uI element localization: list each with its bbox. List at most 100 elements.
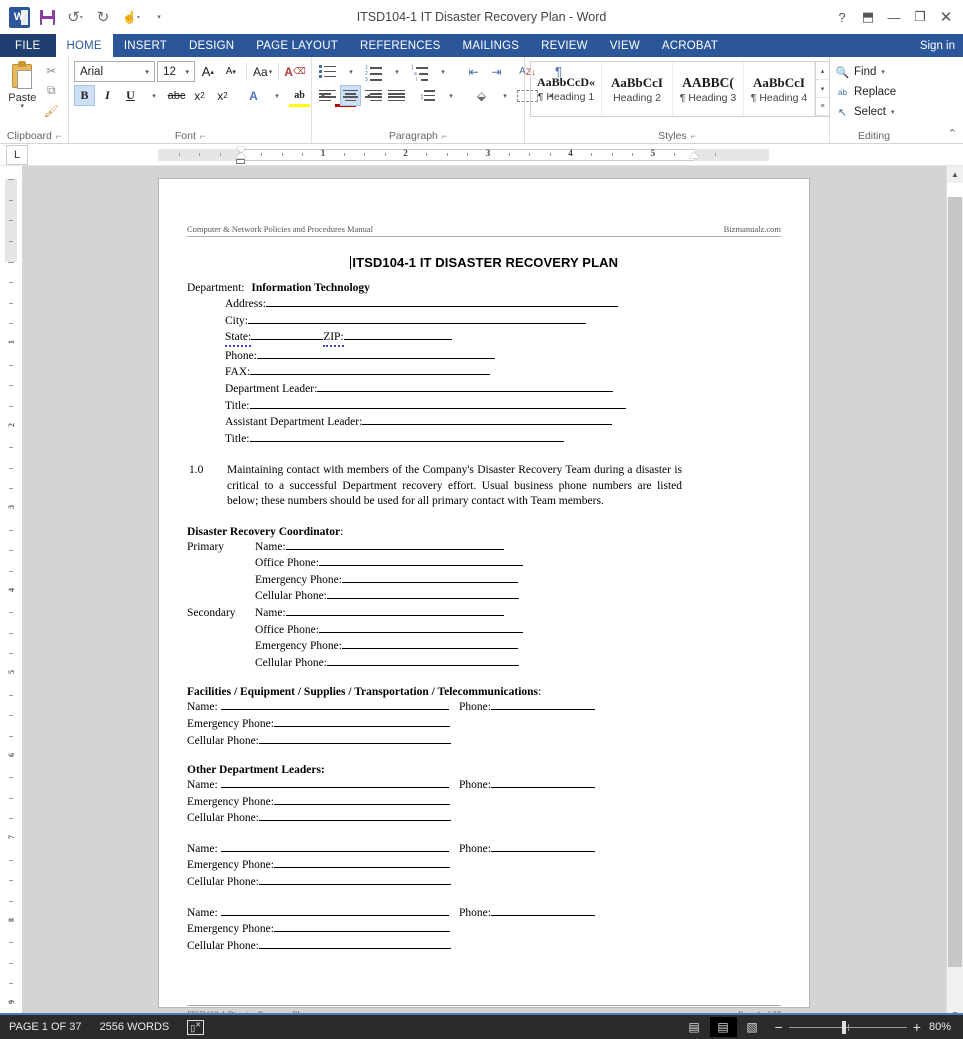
fill-in-blank-line[interactable]	[317, 380, 614, 392]
paste-dropdown-icon[interactable]: ▾	[21, 103, 25, 110]
tab-stop-selector[interactable]: L	[6, 144, 28, 165]
fill-in-blank-line[interactable]	[220, 698, 449, 711]
zoom-thumb[interactable]	[841, 1020, 846, 1034]
tab-insert[interactable]: INSERT	[113, 34, 178, 57]
clipboard-dialog-launcher[interactable]: ⌐	[56, 131, 61, 141]
chevron-down-icon[interactable]: ▾	[140, 68, 154, 76]
tab-acrobat[interactable]: ACROBAT	[651, 34, 729, 57]
fill-in-blank-line[interactable]	[265, 295, 618, 307]
fill-in-blank-line[interactable]	[258, 873, 451, 886]
fill-in-blank-line[interactable]	[220, 840, 449, 852]
select-button[interactable]: ↖ Select ▾	[835, 103, 913, 121]
fill-in-blank-line[interactable]	[341, 571, 518, 583]
fill-in-blank-line[interactable]	[490, 904, 595, 916]
hanging-indent-marker[interactable]	[235, 151, 246, 158]
web-layout-icon[interactable]: ▧	[739, 1017, 766, 1037]
clear-formatting-icon[interactable]: A ⌫	[284, 61, 306, 82]
superscript-button[interactable]: x2	[212, 85, 233, 106]
sign-in-link[interactable]: Sign in	[912, 34, 963, 57]
underline-dropdown-icon[interactable]: ▾	[143, 85, 164, 106]
zoom-level[interactable]: 80%	[929, 1021, 963, 1033]
align-right-icon[interactable]	[363, 85, 384, 106]
justify-icon[interactable]	[386, 85, 407, 106]
fill-in-blank-line[interactable]	[318, 554, 523, 567]
fill-in-blank-line[interactable]	[258, 937, 451, 949]
document-content[interactable]: Computer & Network Policies and Procedur…	[159, 179, 809, 1019]
fill-in-blank-line[interactable]	[273, 715, 450, 727]
shrink-font-icon[interactable]: A ▾	[220, 61, 241, 82]
tab-references[interactable]: REFERENCES	[349, 34, 452, 57]
scroll-up-icon[interactable]: ▲	[947, 166, 963, 183]
touch-mode-icon[interactable]: ☝ ▾	[118, 5, 144, 29]
text-highlight-color-icon[interactable]: ab	[289, 85, 310, 107]
style-heading-3[interactable]: AABBC( ¶ Heading 3	[673, 62, 744, 116]
zoom-out-button[interactable]: −	[775, 1020, 783, 1034]
qat-customize-icon[interactable]: ▾	[146, 5, 172, 29]
tab-review[interactable]: REVIEW	[530, 34, 599, 57]
fill-in-blank-line[interactable]	[490, 698, 595, 711]
tab-page-layout[interactable]: PAGE LAYOUT	[245, 34, 349, 57]
fill-in-blank-line[interactable]	[490, 840, 595, 852]
text-effects-icon[interactable]: A	[243, 85, 264, 106]
fill-in-blank-line[interactable]	[285, 604, 504, 616]
fill-in-blank-line[interactable]	[285, 538, 504, 550]
restore-button[interactable]: ❐	[907, 5, 933, 29]
font-name-combo[interactable]: Arial ▾	[74, 61, 156, 82]
font-dialog-launcher[interactable]: ⌐	[200, 131, 205, 141]
change-case-icon[interactable]: Aa ▾	[252, 61, 273, 82]
vertical-scrollbar[interactable]: ▲ ▼	[946, 166, 963, 1023]
fill-in-blank-line[interactable]	[318, 621, 523, 633]
increase-indent-icon[interactable]: ⇥	[486, 61, 507, 82]
paste-button[interactable]: Paste ▾	[5, 61, 40, 128]
tab-home[interactable]: HOME	[55, 34, 113, 57]
redo-icon[interactable]: ↻	[90, 5, 116, 29]
strikethrough-button[interactable]: abc	[166, 85, 187, 106]
multilevel-list-icon[interactable]: 1ai	[409, 61, 430, 83]
shading-icon[interactable]: ⬙	[471, 85, 492, 106]
chevron-down-icon[interactable]: ▾	[180, 68, 194, 76]
numbering-dropdown-icon[interactable]: ▾	[386, 61, 407, 82]
fill-in-blank-line[interactable]	[273, 793, 450, 805]
print-layout-icon[interactable]: ▤	[709, 1017, 737, 1037]
replace-button[interactable]: ab Replace	[835, 83, 913, 101]
format-painter-icon[interactable]: 🖌	[44, 103, 59, 118]
style-heading-4[interactable]: AaBbCcI ¶ Heading 4	[744, 62, 815, 116]
horizontal-ruler[interactable]: 112345	[158, 146, 941, 164]
style-heading-1[interactable]: AaBbCcD« ¶ Heading 1	[531, 62, 602, 116]
vertical-ruler[interactable]: 1 2 3 4 5 6 7 8 9	[0, 166, 22, 1023]
close-button[interactable]: ✕	[933, 5, 959, 29]
tab-design[interactable]: DESIGN	[178, 34, 245, 57]
find-dropdown-icon[interactable]: ▾	[881, 68, 885, 76]
numbering-icon[interactable]: 123	[363, 61, 384, 83]
bold-button[interactable]: B	[74, 85, 95, 106]
subscript-button[interactable]: x2	[189, 85, 210, 106]
fill-in-blank-line[interactable]	[220, 904, 449, 916]
bullets-icon[interactable]	[317, 61, 338, 82]
fill-in-blank-line[interactable]	[258, 732, 451, 744]
fill-in-blank-line[interactable]	[490, 776, 595, 789]
fill-in-blank-line[interactable]	[343, 328, 452, 341]
fill-in-blank-line[interactable]	[258, 809, 451, 822]
paragraph-dialog-launcher[interactable]: ⌐	[442, 131, 447, 141]
minimize-button[interactable]: —	[881, 5, 907, 29]
undo-icon[interactable]: ↺ ▾	[62, 5, 88, 29]
zoom-in-button[interactable]: +	[913, 1020, 921, 1034]
align-left-icon[interactable]	[317, 85, 338, 106]
cut-icon[interactable]: ✂	[46, 63, 56, 78]
copy-icon[interactable]: ⧉	[47, 83, 56, 98]
multilevel-dropdown-icon[interactable]: ▾	[432, 61, 453, 82]
grow-font-icon[interactable]: A ▴	[197, 61, 218, 82]
read-mode-icon[interactable]: ▤	[681, 1017, 708, 1037]
line-spacing-dropdown-icon[interactable]: ▾	[440, 85, 461, 106]
ribbon-display-options-icon[interactable]: ⬒	[855, 5, 881, 29]
bullets-dropdown-icon[interactable]: ▾	[340, 61, 361, 82]
page-indicator[interactable]: PAGE 1 OF 37	[0, 1021, 91, 1033]
style-heading-2[interactable]: AaBbCcI Heading 2	[602, 62, 673, 116]
fill-in-blank-line[interactable]	[273, 920, 450, 933]
tab-mailings[interactable]: MAILINGS	[452, 34, 531, 57]
fill-in-blank-line[interactable]	[273, 856, 450, 869]
fill-in-blank-line[interactable]	[250, 363, 491, 376]
tab-view[interactable]: VIEW	[599, 34, 651, 57]
italic-button[interactable]: I	[97, 85, 118, 106]
fill-in-blank-line[interactable]	[248, 312, 587, 324]
